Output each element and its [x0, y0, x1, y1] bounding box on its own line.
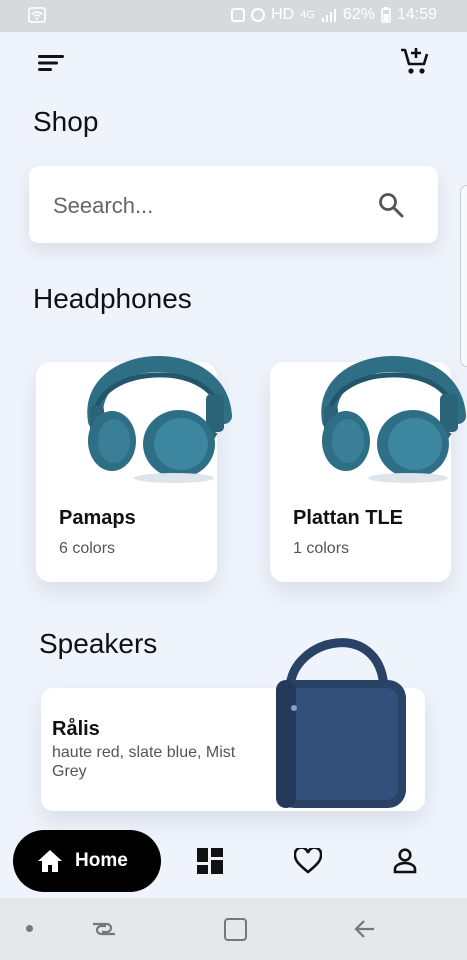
- dot-icon: [26, 925, 33, 932]
- nav-home[interactable]: Home: [13, 830, 161, 892]
- menu-icon[interactable]: [38, 54, 64, 72]
- page-title: Shop: [33, 106, 99, 137]
- speaker-image: [276, 638, 406, 808]
- home-button-icon[interactable]: [224, 918, 247, 941]
- product-colors: haute red, slate blue, Mist Grey: [52, 744, 236, 780]
- hd-label: HD: [271, 6, 295, 23]
- signal-icon: [321, 9, 336, 22]
- add-to-cart-icon[interactable]: [400, 46, 430, 76]
- dashboard-icon[interactable]: [197, 848, 223, 874]
- nav-home-label: Home: [75, 850, 128, 871]
- product-name: Rålis: [52, 718, 100, 740]
- heart-icon[interactable]: [294, 848, 322, 874]
- battery-icon: [381, 7, 391, 23]
- alarm-icon: [251, 8, 266, 22]
- product-card-pamaps[interactable]: Pamaps 6 colors: [36, 355, 232, 582]
- network-label: 4G: [300, 9, 315, 21]
- speakers-title: Speakers: [39, 628, 158, 659]
- recents-icon[interactable]: [92, 918, 116, 940]
- search-input[interactable]: [51, 166, 355, 245]
- product-name: Pamaps: [59, 507, 136, 529]
- product-colors: 6 colors: [59, 540, 116, 557]
- profile-icon[interactable]: [393, 848, 417, 874]
- search-bar: [29, 166, 438, 245]
- product-name: Plattan TLE: [293, 507, 404, 529]
- scroll-indicator[interactable]: [460, 185, 467, 367]
- system-nav-bar: [0, 898, 467, 960]
- product-colors: 1 colors: [293, 540, 350, 557]
- search-icon[interactable]: [377, 191, 405, 219]
- product-card-plattan[interactable]: Plattan TLE 1 colors: [270, 355, 466, 582]
- time: 14:59: [396, 6, 437, 23]
- battery-percent: 62%: [342, 6, 375, 23]
- status-bar: HD 4G 62% 14:59: [0, 0, 467, 32]
- back-icon[interactable]: [354, 918, 376, 940]
- nfc-icon: [231, 8, 246, 22]
- headphone-image: [321, 355, 466, 483]
- wifi-icon: [28, 7, 46, 23]
- headphone-image: [87, 355, 232, 483]
- headphones-title: Headphones: [33, 283, 192, 314]
- home-icon: [38, 850, 62, 872]
